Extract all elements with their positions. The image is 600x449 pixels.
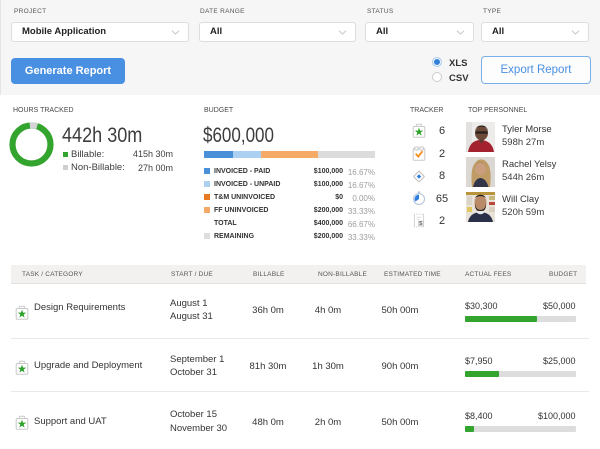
svg-text:$: $ — [419, 221, 422, 227]
